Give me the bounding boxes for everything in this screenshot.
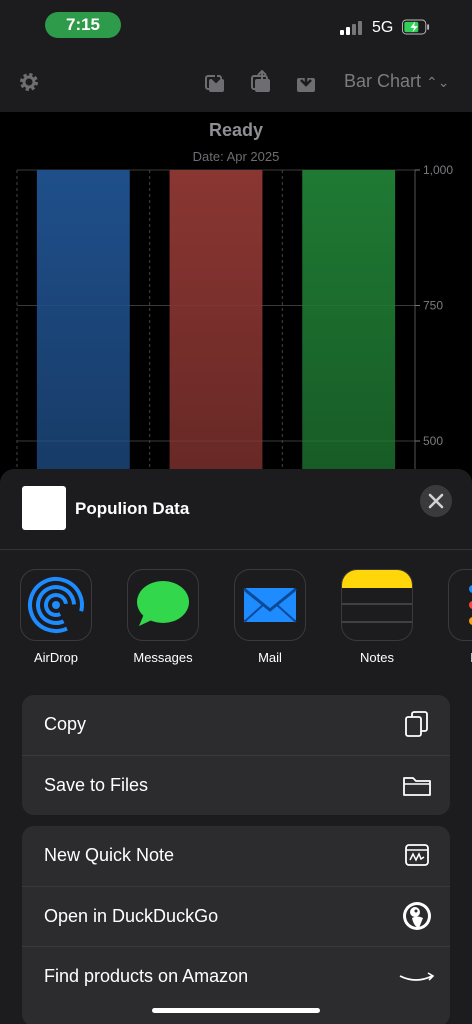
action-group-secondary: New Quick Note Open in DuckDuckGo Find p… [22,826,450,1024]
chart-date: Date: Apr 2025 [192,149,280,164]
app-toolbar: Bar Chart ⌃⌄ [0,52,472,112]
app-notes[interactable]: Notes [332,569,422,665]
mail-icon [234,569,306,641]
airdrop-icon [20,569,92,641]
app-label: Mail [258,650,282,665]
import-icon[interactable] [204,70,228,94]
action-label: Save to Files [44,775,149,795]
app-label: Rem [439,650,472,665]
home-indicator[interactable] [152,1008,320,1013]
download-icon[interactable] [294,70,318,94]
action-label: New Quick Note [44,845,175,865]
action-open-in-duckduckgo[interactable]: Open in DuckDuckGo [22,886,450,947]
gear-icon[interactable] [17,70,41,94]
quick-note-icon [405,844,429,866]
signal-icon [340,21,366,35]
app-label: Notes [360,650,394,665]
battery-charging-icon [402,19,430,35]
amazon-icon [399,972,435,981]
status-time[interactable]: 7:15 [45,12,121,38]
bar-chart: 1,000 750 500 [16,163,453,470]
chart-title: Ready [208,120,264,140]
share-sheet-header: Populion Data [0,469,472,550]
share-sheet: Populion Data AirDrop Messages Mail Note… [0,469,472,1024]
app-label: AirDrop [33,650,79,665]
app-label: Messages [133,650,193,665]
document-thumbnail [22,486,66,530]
reminders-icon [448,569,472,641]
messages-icon [127,569,199,641]
chart-type-label: Bar Chart [344,71,422,91]
chart-type-select[interactable]: Bar Chart ⌃⌄ [344,71,450,92]
action-label: Find products on Amazon [44,966,249,986]
action-new-quick-note[interactable]: New Quick Note [22,826,450,886]
chart-area: 1,000 750 500 Ready Date: Apr 2025 [0,112,472,470]
y-tick-label: 1,000 [423,163,453,177]
action-copy[interactable]: Copy [22,695,450,755]
app-airdrop[interactable]: AirDrop [11,569,101,665]
app-reminders[interactable]: Rem [439,569,472,665]
app-mail[interactable]: Mail [225,569,315,665]
notes-icon [341,569,413,641]
action-label: Open in DuckDuckGo [44,906,219,926]
y-tick-label: 750 [423,299,443,313]
action-save-to-files[interactable]: Save to Files [22,755,450,815]
carrier-label: 5G [372,19,394,36]
chart-bar [169,170,263,470]
close-button[interactable] [420,485,452,517]
app-messages[interactable]: Messages [118,569,208,665]
export-icon[interactable] [250,70,274,94]
chart-bar [36,170,130,470]
chevron-updown-icon: ⌃⌄ [426,74,450,90]
chart-bar [302,170,396,470]
duckduckgo-icon [403,902,431,930]
share-apps-row: AirDrop Messages Mail Notes [0,569,472,669]
action-label: Copy [44,714,87,734]
action-find-on-amazon[interactable]: Find products on Amazon [22,946,450,1007]
status-bar: 7:15 5G [0,0,472,52]
copy-icon [405,711,428,737]
share-title: Populion Data [75,499,190,518]
folder-icon [403,777,431,796]
y-tick-label: 500 [423,434,443,448]
action-group-primary: Copy Save to Files [22,695,450,815]
